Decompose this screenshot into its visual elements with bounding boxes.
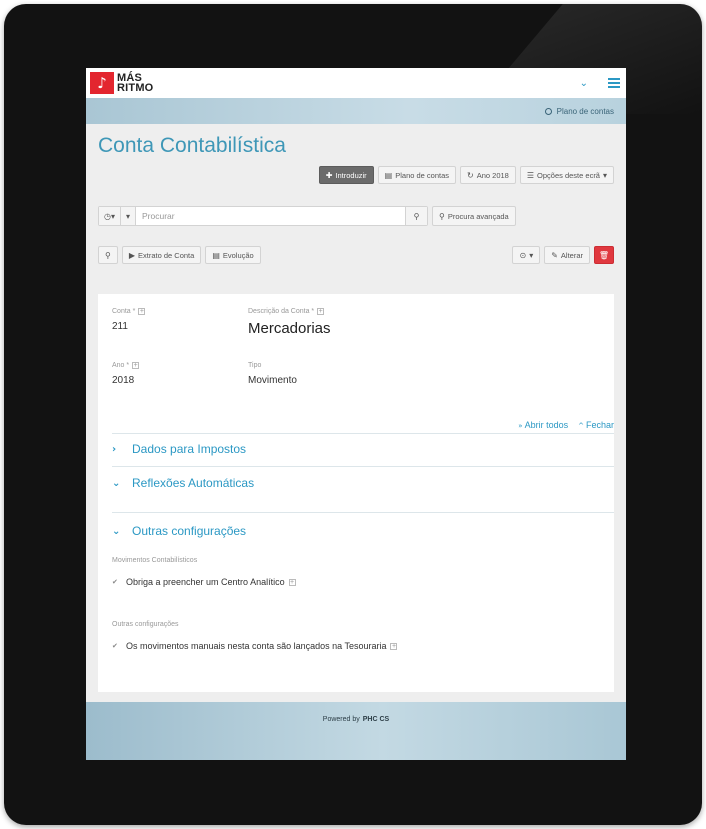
search-group: ◷▾ ▾ ⚲ (98, 206, 428, 226)
edit-icon: ✎ (551, 250, 558, 260)
ano-field: Ano * + 2018 (112, 362, 140, 386)
main-toolbar: ✚ Introduzir ▤ Plano de contas ↻ Ano 2018 ☰… (86, 166, 626, 184)
plus-icon: ✚ (325, 170, 333, 180)
section-dados-impostos[interactable]: › Dados para Impostos (112, 435, 614, 463)
abrir-todos-link[interactable]: » Abrir todos (518, 420, 568, 430)
action-row: ⚲ ▶ Extrato de Conta ▤ Evolução ⊙ ▾ ✎ Altera… (86, 246, 626, 264)
zoom-icon: ⚲ (439, 211, 445, 221)
product-name: PHC CS (362, 716, 390, 723)
table-icon: ▤ (212, 250, 220, 260)
options-list-icon: ☰ (526, 170, 535, 180)
footer: Powered by PHC CS (86, 702, 626, 760)
filter-dropdown-icon[interactable]: ▾ (121, 207, 137, 225)
search-input[interactable] (136, 207, 405, 225)
opcoes-button[interactable]: ☰ Opções deste ecrã ▾ (519, 166, 614, 184)
tesouraria-checkbox[interactable]: ✔ Os movimentos manuais nesta conta são l… (112, 641, 398, 651)
brand-name: MÁS RITMO (117, 72, 154, 94)
section-outras-configuracoes[interactable]: ⌄ Outras configurações (112, 517, 614, 545)
conta-field: Conta * + 211 (112, 308, 146, 332)
chevron-right-icon: › (112, 443, 117, 455)
divider (112, 512, 614, 513)
centro-analitico-checkbox[interactable]: ✔ Obriga a preencher um Centro Analítico + (112, 577, 296, 587)
caret-down-icon: ▾ (529, 250, 534, 260)
chevron-down-icon[interactable]: ⌄ (580, 78, 588, 89)
introduzir-button[interactable]: ✚ Introduzir (318, 166, 374, 184)
chevron-down-icon: ⌄ (112, 477, 121, 489)
options-dropdown-button[interactable]: ⊙ ▾ (512, 246, 541, 264)
expand-plus-icon[interactable]: + (132, 362, 140, 369)
circle-icon (544, 107, 552, 115)
tipo-value: Movimento (248, 375, 297, 386)
settings-icon: ⊙ (519, 250, 527, 260)
descricao-field: Descrição da Conta * + Mercadorias (248, 308, 331, 337)
descricao-value: Mercadorias (248, 320, 331, 337)
outras-group-label: Outras configurações (112, 621, 179, 628)
music-note-icon: ♪ (90, 72, 114, 94)
delete-button[interactable]: 🗑 (594, 246, 614, 264)
checkmark-icon: ✔ (112, 642, 118, 650)
search-icon[interactable]: ⚲ (405, 207, 427, 225)
movimentos-group-label: Movimentos Contabilísticos (112, 557, 198, 564)
advanced-search-button[interactable]: ⚲ Procura avançada (432, 206, 516, 226)
page-title: Conta Contabilística (98, 134, 286, 157)
top-bar: ♪ MÁS RITMO ⌄ (86, 68, 626, 98)
breadcrumb-bar: Plano de contas (86, 98, 626, 124)
hamburger-menu-icon[interactable] (608, 78, 620, 88)
expand-controls: » Abrir todos ^ Fechar (518, 420, 614, 430)
app-screen: ♪ MÁS RITMO ⌄ Plano de contas Conta Cont… (86, 68, 626, 760)
checkmark-icon: ✔ (112, 578, 118, 586)
zoom-button[interactable]: ⚲ (98, 246, 118, 264)
section-reflexoes-automaticas[interactable]: ⌄ Reflexões Automáticas (112, 469, 614, 497)
expand-plus-icon[interactable]: + (288, 578, 296, 586)
double-chevron-down-icon: » (518, 422, 523, 430)
magnifier-icon: ⚲ (105, 250, 111, 260)
alterar-button[interactable]: ✎ Alterar (544, 246, 590, 264)
refresh-icon: ↻ (467, 170, 474, 180)
conta-value: 211 (112, 321, 128, 332)
account-card: Conta * + 211 Descrição da Conta * + Merca… (98, 294, 614, 692)
powered-by-text: Powered by (322, 716, 360, 723)
expand-plus-icon[interactable]: + (317, 308, 325, 315)
tipo-field: Tipo Movimento (248, 362, 297, 386)
expand-plus-icon[interactable]: + (138, 308, 146, 315)
ano-value: 2018 (112, 375, 135, 386)
double-chevron-up-icon: ^ (578, 422, 584, 430)
plano-de-contas-button[interactable]: ▤ Plano de contas (377, 166, 457, 184)
divider (112, 466, 614, 467)
expand-plus-icon[interactable]: + (390, 642, 398, 650)
extrato-de-conta-button[interactable]: ▶ Extrato de Conta (121, 246, 202, 264)
breadcrumb-plano-de-contas[interactable]: Plano de contas (557, 107, 614, 116)
chevron-down-icon: ⌄ (112, 525, 121, 537)
play-icon: ▶ (128, 250, 136, 260)
caret-down-icon: ▾ (602, 170, 607, 180)
trash-icon: 🗑 (598, 250, 610, 260)
search-row: ◷▾ ▾ ⚲ ⚲Procura avançada (86, 206, 626, 226)
evolucao-button[interactable]: ▤ Evolução (205, 246, 261, 264)
list-icon: ▤ (384, 170, 393, 180)
divider (112, 433, 614, 434)
time-dropdown-icon[interactable]: ◷▾ (99, 207, 121, 225)
brand-logo[interactable]: ♪ MÁS RITMO (90, 72, 153, 94)
fechar-link[interactable]: ^ Fechar (578, 420, 614, 430)
ano-button[interactable]: ↻ Ano 2018 (460, 166, 516, 184)
